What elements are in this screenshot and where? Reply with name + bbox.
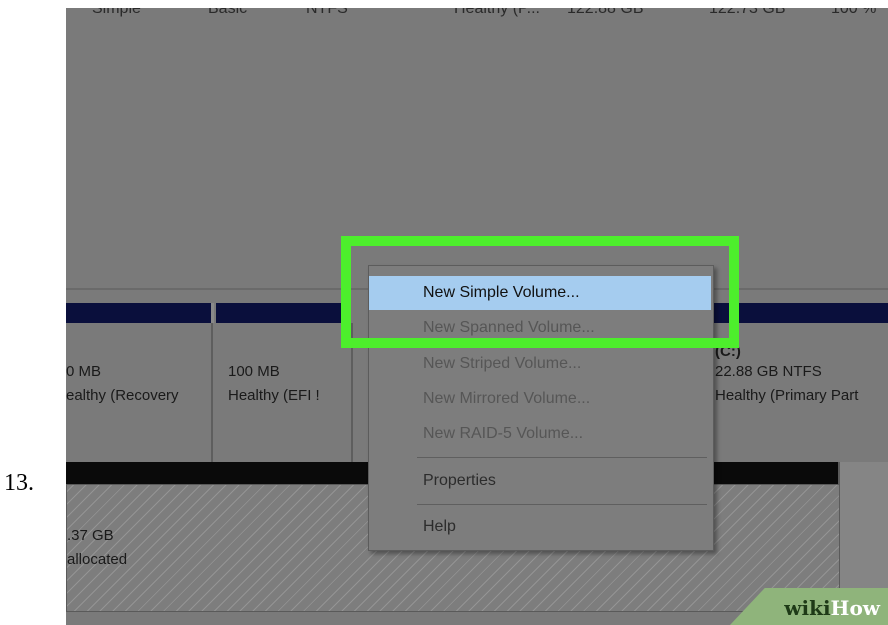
volume-file-system: NTFS bbox=[306, 8, 348, 17]
menu-separator bbox=[417, 457, 707, 458]
menu-separator bbox=[417, 504, 707, 505]
partition-bar-efi bbox=[216, 303, 349, 323]
unallocated-status: allocated bbox=[67, 551, 128, 568]
menu-item-help[interactable]: Help bbox=[423, 518, 456, 536]
volume-layout: Simple bbox=[92, 8, 141, 17]
disk-panel-edge bbox=[838, 462, 888, 610]
highlight-box bbox=[341, 236, 739, 348]
disk-management-screenshot: Simple Basic NTFS Healthy (P... 122.88 G… bbox=[66, 8, 888, 625]
watermark-how: How bbox=[830, 596, 880, 620]
menu-item-new-striped-volume[interactable]: New Striped Volume... bbox=[423, 355, 581, 373]
partition-divider bbox=[211, 323, 213, 463]
unallocated-size: .37 GB bbox=[67, 527, 114, 544]
partition-efi[interactable]: 100 MB Healthy (EFI ! bbox=[216, 323, 346, 463]
watermark-wiki: wiki bbox=[784, 596, 831, 620]
partition-bar-recovery bbox=[66, 303, 214, 323]
menu-item-new-mirrored-volume[interactable]: New Mirrored Volume... bbox=[423, 390, 590, 408]
volume-capacity: 122.88 GB bbox=[567, 8, 644, 17]
partition-size: 0 MB bbox=[66, 363, 102, 380]
volume-free-space: 122.73 GB bbox=[709, 8, 786, 17]
volume-status: Healthy (P... bbox=[454, 8, 540, 17]
menu-item-properties[interactable]: Properties bbox=[423, 472, 496, 490]
volume-percent-free: 100 % bbox=[831, 8, 877, 17]
volume-type: Basic bbox=[208, 8, 248, 17]
partition-status: Healthy (EFI ! bbox=[228, 387, 320, 404]
step-number: 13. bbox=[4, 470, 34, 496]
partition-status: Healthy (Primary Part bbox=[715, 387, 859, 404]
partition-size: 22.88 GB NTFS bbox=[715, 363, 822, 380]
partition-recovery[interactable]: 0 MB ealthy (Recovery bbox=[66, 323, 211, 463]
menu-item-new-raid5-volume[interactable]: New RAID-5 Volume... bbox=[423, 425, 583, 443]
partition-status: ealthy (Recovery bbox=[66, 387, 179, 404]
partition-size: 100 MB bbox=[228, 363, 280, 380]
